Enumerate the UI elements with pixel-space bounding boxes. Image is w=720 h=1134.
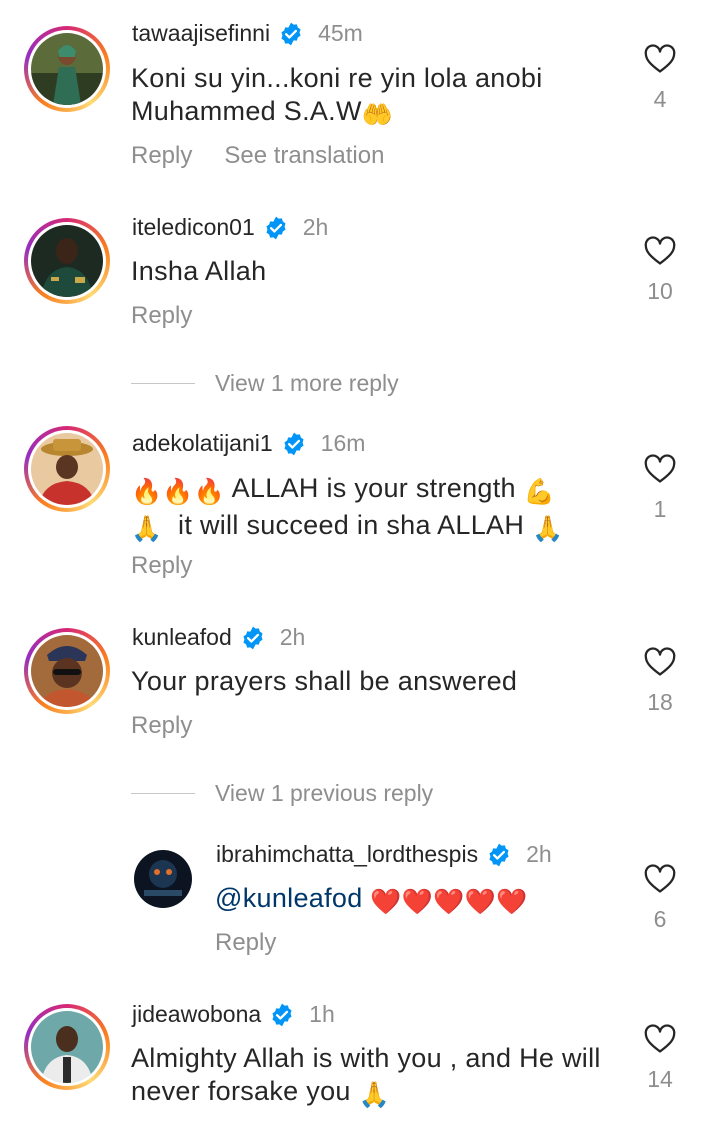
- view-previous-label[interactable]: View 1 previous reply: [215, 780, 433, 807]
- folded-hands-emoji: 🙏: [358, 1081, 390, 1109]
- like-count: 6: [653, 906, 667, 932]
- timestamp: 45m: [318, 20, 363, 46]
- view-more-label[interactable]: View 1 more reply: [215, 370, 399, 397]
- avatar: [31, 635, 103, 707]
- timestamp: 2h: [526, 841, 552, 867]
- verified-badge-icon: [266, 216, 286, 239]
- divider-line: [131, 383, 195, 384]
- avatar[interactable]: [134, 850, 192, 908]
- reply-button[interactable]: Reply: [131, 302, 192, 330]
- view-previous-replies[interactable]: View 1 previous reply: [131, 780, 433, 807]
- fire-emoji: 🔥🔥🔥: [131, 478, 226, 506]
- username[interactable]: adekolatijani1: [132, 430, 273, 457]
- comment-text: Koni su yin...koni re yin lola anobi Muh…: [131, 62, 543, 132]
- heart-icon[interactable]: [643, 862, 677, 894]
- avatar: [31, 433, 103, 505]
- timestamp: 1h: [309, 1001, 335, 1027]
- username[interactable]: kunleafod: [132, 624, 232, 651]
- verified-badge-icon: [243, 626, 263, 649]
- heart-icon[interactable]: [643, 1022, 677, 1054]
- verified-badge-icon: [272, 1003, 292, 1026]
- reply-button[interactable]: Reply: [131, 712, 192, 740]
- view-more-replies[interactable]: View 1 more reply: [131, 370, 399, 397]
- avatar-story-ring[interactable]: [24, 1004, 110, 1090]
- like-count: 10: [647, 278, 673, 304]
- like-count: 14: [647, 1066, 673, 1092]
- username[interactable]: tawaajisefinni: [132, 20, 270, 47]
- comment-text: Almighty Allah is with you , and He will…: [131, 1042, 601, 1112]
- username[interactable]: jideawobona: [132, 1001, 261, 1028]
- comment-text: Your prayers shall be answered: [131, 666, 518, 696]
- comment-text: 🔥🔥🔥 ALLAH is your strength 💪 🙏 it will s…: [131, 472, 563, 546]
- palms-up-emoji: 🤲: [361, 101, 394, 129]
- reply-button[interactable]: Reply: [215, 929, 276, 957]
- folded-hands-emoji: 🙏: [531, 515, 564, 543]
- comment-text: Insha Allah: [131, 256, 267, 286]
- avatar: [31, 225, 103, 297]
- flexed-biceps-emoji: 💪: [523, 478, 556, 506]
- heart-icon[interactable]: [643, 452, 677, 484]
- verified-badge-icon: [489, 843, 509, 866]
- username[interactable]: iteledicon01: [132, 214, 255, 241]
- timestamp: 2h: [279, 624, 306, 650]
- avatar: [31, 1011, 103, 1083]
- folded-hands-emoji: 🙏: [131, 515, 163, 543]
- heart-icon[interactable]: [643, 645, 677, 677]
- red-heart-emoji: ❤️❤️❤️❤️❤️: [370, 888, 528, 916]
- heart-icon[interactable]: [643, 234, 677, 266]
- username[interactable]: ibrahimchatta_lordthespis: [216, 841, 478, 868]
- avatar-story-ring[interactable]: [24, 26, 110, 112]
- avatar: [31, 33, 103, 105]
- timestamp: 2h: [302, 214, 329, 240]
- like-count: 4: [653, 86, 667, 112]
- avatar-story-ring[interactable]: [24, 426, 110, 512]
- mention-link[interactable]: @kunleafod: [215, 883, 363, 913]
- comment-text: @kunleafod ❤️❤️❤️❤️❤️: [215, 882, 527, 919]
- divider-line: [131, 793, 195, 794]
- verified-badge-icon: [284, 432, 304, 455]
- timestamp: 16m: [320, 430, 366, 456]
- heart-icon[interactable]: [643, 42, 677, 74]
- reply-button[interactable]: Reply: [131, 142, 192, 170]
- avatar-story-ring[interactable]: [24, 628, 110, 714]
- see-translation-button[interactable]: See translation: [224, 142, 384, 170]
- verified-badge-icon: [281, 22, 301, 45]
- avatar-story-ring[interactable]: [24, 218, 110, 304]
- like-count: 1: [653, 496, 667, 522]
- reply-button[interactable]: Reply: [131, 552, 192, 580]
- like-count: 18: [647, 689, 673, 715]
